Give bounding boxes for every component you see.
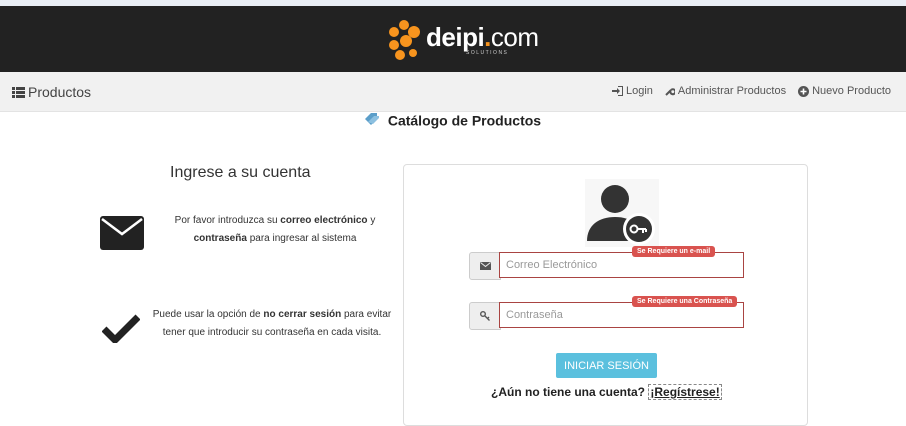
nav-link-administrar[interactable]: Administrar Productos: [665, 85, 786, 97]
logo-subtitle: SOLUTIONS: [466, 50, 509, 56]
info-session-text: Puede usar la opción de no cerrar sesión…: [152, 309, 392, 338]
password-addon: [469, 302, 501, 330]
site-logo[interactable]: deipi.com SOLUTIONS: [386, 18, 539, 62]
tag-icon: [364, 113, 379, 126]
sign-in-icon: [611, 86, 623, 96]
login-title: Ingrese a su cuenta: [170, 164, 311, 181]
email-addon: [469, 252, 501, 280]
nav-links: Login Administrar Productos Nuevo Produc…: [611, 85, 891, 97]
avatar: [585, 179, 659, 247]
nav-link-label: Nuevo Producto: [812, 85, 891, 97]
nav-brand-label: Productos: [28, 84, 92, 100]
page-title: Catálogo de Productos: [0, 111, 906, 128]
site-header: deipi.com SOLUTIONS: [0, 6, 906, 72]
register-link[interactable]: ¡Regístrese!: [648, 384, 722, 400]
checkmark-icon: [102, 314, 140, 343]
nav-link-label: Login: [625, 85, 653, 97]
envelope-icon: [100, 216, 144, 250]
nav-brand-productos[interactable]: Productos: [12, 84, 91, 100]
info-email-text: Por favor introduzca su correo electróni…: [174, 215, 376, 244]
logo-text: deipi.com: [426, 22, 539, 52]
key-icon: [479, 311, 490, 321]
email-error-badge: Se Requiere un e-mail: [632, 246, 716, 257]
nav-link-nuevo[interactable]: Nuevo Producto: [798, 85, 891, 97]
wrench-icon: [665, 88, 675, 96]
register-prompt: ¿Aún no tiene una cuenta? ¡Regístrese!: [491, 384, 722, 400]
login-button[interactable]: INICIAR SESIÓN: [556, 353, 657, 378]
nav-link-login[interactable]: Login: [611, 85, 653, 97]
user-key-icon: [587, 185, 655, 245]
list-icon: [12, 86, 25, 98]
plus-circle-icon: [798, 85, 810, 97]
envelope-icon: [479, 262, 491, 270]
password-error-badge: Se Requiere una Contraseña: [632, 296, 738, 307]
logo-dots-icon: [389, 20, 420, 60]
navbar: Productos Login Administrar Productos Nu…: [0, 72, 906, 112]
nav-link-label: Administrar Productos: [677, 85, 787, 97]
